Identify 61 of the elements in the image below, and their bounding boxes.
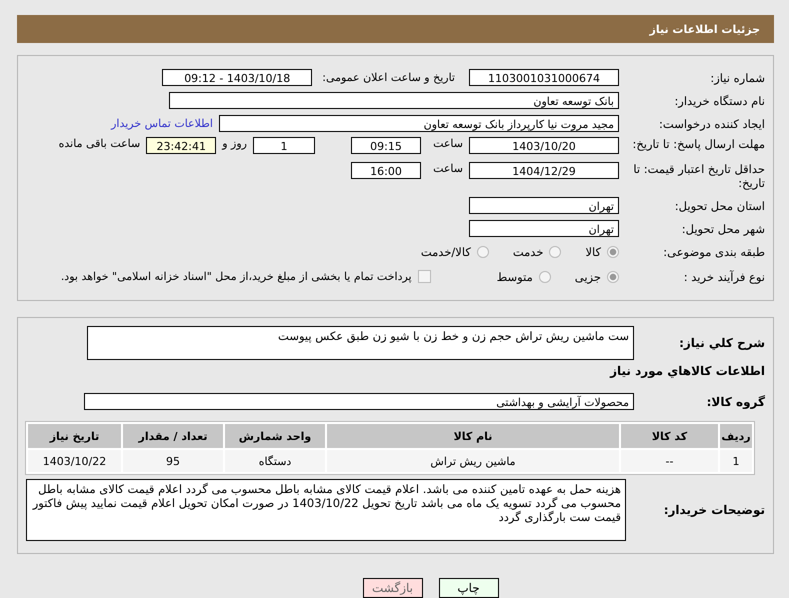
table-cell: -- xyxy=(621,450,718,472)
contact-link[interactable]: اطلاعات تماس خریدار xyxy=(111,117,213,130)
time-field: 16:00 xyxy=(351,162,421,179)
creator-field: مجید مروت نیا کارپرداز بانک توسعه تعاون xyxy=(219,115,619,132)
time-field: 09:15 xyxy=(351,137,421,154)
radio-button[interactable] xyxy=(549,246,562,258)
back-button[interactable]: بازگشت xyxy=(362,578,422,598)
table-cell: 95 xyxy=(123,450,223,472)
field-label: حداقل تاریخ اعتبار قیمت: تا تاریخ: xyxy=(632,162,765,190)
column-header: تاریخ نیاز xyxy=(28,424,121,448)
field-label: کالا/خدمت xyxy=(420,244,471,258)
field-label: جزیی xyxy=(574,270,601,284)
field-label: تاریخ و ساعت اعلان عمومی: xyxy=(322,71,455,84)
checkbox[interactable] xyxy=(418,270,431,283)
description-field: ست ماشین ریش تراش حجم زن و خط زن با شیو زن طبق عکس پیوست xyxy=(87,326,634,360)
buyer-field: بانک توسعه تعاون xyxy=(169,92,619,109)
field-label: پرداخت تمام یا بخشی از مبلغ خرید،از محل "اسناد خزانه اسلامی" خواهد بود. xyxy=(60,270,412,283)
radio-button[interactable] xyxy=(538,270,551,282)
field-label: نام دستگاه خریدار: xyxy=(673,94,765,108)
column-header: نام کالا xyxy=(327,424,619,448)
field-label: استان محل تحویل: xyxy=(674,198,765,212)
goods-group-field: محصولات آرایشی و بهداشتی xyxy=(84,393,634,410)
column-header: واحد شمارش xyxy=(225,424,325,448)
field-label: روز و xyxy=(222,137,247,150)
table-cell: ماشین ریش تراش xyxy=(327,450,619,472)
radio-button[interactable] xyxy=(607,246,619,258)
column-header: کد کالا xyxy=(621,424,718,448)
need-number-field: 1103001031000674 xyxy=(469,69,619,86)
field-label: متوسط xyxy=(496,270,533,284)
date-field: 1404/12/29 xyxy=(469,162,619,179)
city-field: تهران xyxy=(469,220,619,237)
countdown-field: 23:42:41 xyxy=(146,137,216,154)
radio-button[interactable] xyxy=(607,270,619,282)
field-label: شرح کلي نياز: xyxy=(678,336,765,350)
print-button[interactable]: چاپ xyxy=(438,578,498,598)
field-label: ساعت xyxy=(432,137,463,150)
field-label: کالا xyxy=(585,244,601,258)
radio-button[interactable] xyxy=(476,246,489,258)
field-label: توضیحات خریدار: xyxy=(662,503,765,517)
field-label: شهر محل تحویل: xyxy=(680,222,765,236)
field-label: شماره نیاز: xyxy=(709,70,765,84)
province-field: تهران xyxy=(469,197,619,214)
field-label: خدمت xyxy=(512,244,544,258)
announce-date-field: 1403/10/18 - 09:12 xyxy=(162,69,312,86)
field-label: ساعت باقی مانده xyxy=(58,137,140,150)
column-header: تعداد / مقدار xyxy=(123,424,223,448)
notes-field: هزینه حمل به عهده تامین کننده می باشد. اعلام قیمت کالای مشابه باطل محسوب می گردد اعلام قیمت کالای مشابه باطل محسوب می گردد تسویه یک ماه می باشد تاریخ تحویل 1403/10/22 در صورت امکان تحویل اعلام قیمت نمایید پیش فاکتور قیمت ست بارگذاری گردد xyxy=(26,479,626,541)
field-label: مهلت ارسال پاسخ: تا تاریخ: xyxy=(631,137,765,151)
column-header: ردیف xyxy=(720,424,752,448)
field-label: نوع فرآیند خرید : xyxy=(682,270,765,284)
field-label: ساعت xyxy=(432,162,463,175)
field-label: گروه کالا: xyxy=(706,394,765,408)
field-label: ایجاد کننده درخواست: xyxy=(658,116,765,130)
page-title: جزئیات اطلاعات نیاز xyxy=(650,22,760,36)
section-heading: اطلاعات کالاهاي مورد نياز xyxy=(608,364,765,378)
table-cell: 1 xyxy=(720,450,752,472)
days-field: 1 xyxy=(253,137,315,154)
table-cell: دستگاه xyxy=(225,450,325,472)
field-label: طبقه بندی موضوعی: xyxy=(662,244,765,258)
date-field: 1403/10/20 xyxy=(469,137,619,154)
table-cell: 1403/10/22 xyxy=(28,450,121,472)
